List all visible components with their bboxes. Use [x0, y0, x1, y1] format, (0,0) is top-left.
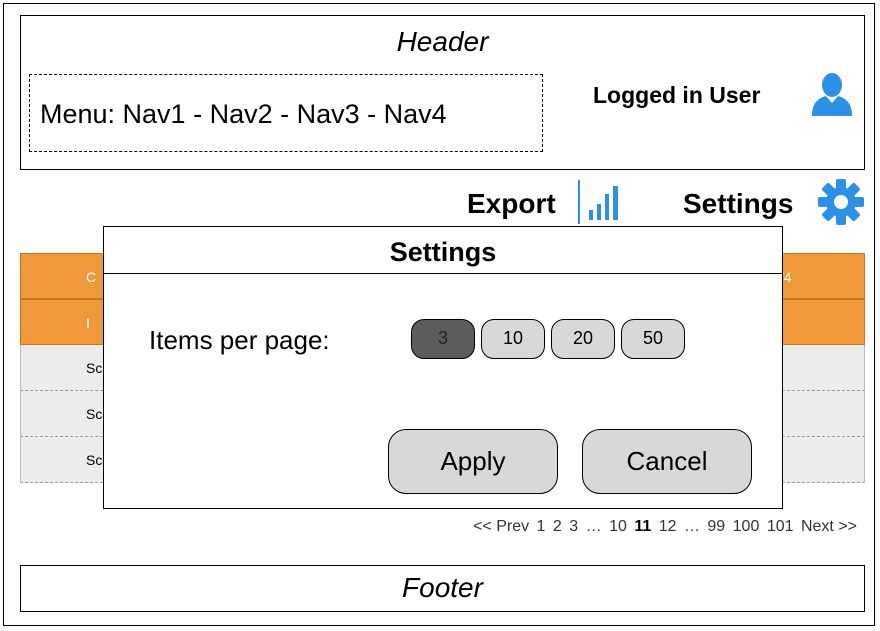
table-header-cell: C: [86, 269, 97, 285]
settings-dialog: Settings Items per page: 3 10 20 50 Appl…: [103, 226, 783, 509]
items-per-page-label: Items per page:: [149, 325, 330, 355]
table-cell: Sc: [86, 406, 103, 422]
current-page: 11: [634, 518, 652, 535]
user-icon[interactable]: [811, 72, 853, 116]
logged-in-user-label[interactable]: Logged in User: [593, 82, 760, 109]
page-link[interactable]: 100: [733, 518, 760, 535]
dialog-title: Settings: [104, 227, 782, 274]
footer: Footer: [20, 565, 865, 612]
nav-menu[interactable]: Menu: Nav1 - Nav2 - Nav3 - Nav4: [29, 74, 543, 152]
export-button[interactable]: Export: [467, 188, 556, 220]
items-per-page-option-10[interactable]: 10: [481, 319, 545, 359]
prev-page-link[interactable]: << Prev: [473, 518, 529, 535]
items-per-page-option-20[interactable]: 20: [551, 319, 615, 359]
pagination: << Prev 1 2 3 … 10 11 12 … 99 100 101 Ne…: [473, 518, 860, 536]
page-link[interactable]: 99: [707, 518, 725, 535]
items-per-page-option-3[interactable]: 3: [411, 319, 475, 359]
apply-button[interactable]: Apply: [388, 429, 558, 494]
next-page-link[interactable]: Next >>: [801, 518, 857, 535]
page-link[interactable]: 1: [537, 518, 546, 535]
table-cell: Sc: [86, 452, 103, 468]
items-per-page-option-50[interactable]: 50: [621, 319, 685, 359]
settings-button[interactable]: Settings: [683, 188, 793, 220]
header-title: Header: [396, 26, 489, 57]
table-cell: Sc: [86, 360, 103, 376]
gear-icon[interactable]: [817, 178, 865, 226]
page-link[interactable]: 3: [569, 518, 578, 535]
page-link[interactable]: 2: [553, 518, 562, 535]
table-header-cell: I: [86, 315, 90, 331]
page-ellipsis: …: [585, 518, 602, 535]
page-link[interactable]: 101: [767, 518, 794, 535]
page-link[interactable]: 10: [609, 518, 627, 535]
page-link[interactable]: 12: [659, 518, 677, 535]
bar-chart-icon[interactable]: [576, 180, 626, 224]
page-ellipsis: …: [683, 518, 700, 535]
cancel-button[interactable]: Cancel: [582, 429, 752, 494]
header: Header Menu: Nav1 - Nav2 - Nav3 - Nav4 L…: [20, 15, 865, 170]
